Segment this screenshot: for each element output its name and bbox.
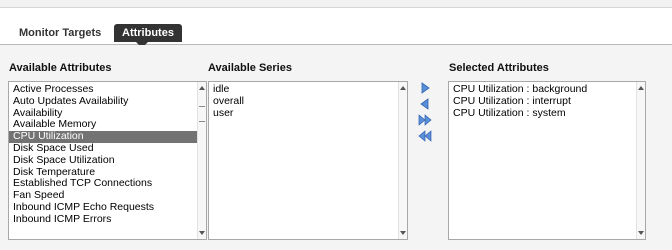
scroll-down-icon[interactable] [400, 231, 406, 235]
scroll-up-icon[interactable] [400, 86, 406, 90]
add-button[interactable] [418, 81, 432, 95]
tab-attributes-label: Attributes [122, 27, 174, 39]
available-series-list[interactable]: idle overall user [208, 81, 408, 240]
top-toolbar [0, 0, 672, 8]
selected-attributes-list[interactable]: CPU Utilization : background CPU Utilizat… [448, 81, 646, 240]
double-arrow-right-icon [418, 114, 432, 126]
remove-button[interactable] [418, 97, 432, 111]
attribute-item[interactable]: Auto Updates Availability [9, 95, 206, 108]
tab-monitor-targets[interactable]: Monitor Targets [19, 24, 101, 42]
selected-scrollbar[interactable] [636, 82, 645, 239]
attribute-item[interactable]: Inbound ICMP Errors [9, 213, 206, 226]
selected-attributes-heading: Selected Attributes [449, 62, 549, 74]
scroll-thumb[interactable] [199, 106, 205, 122]
scroll-down-icon[interactable] [199, 231, 205, 235]
scroll-up-icon[interactable] [199, 86, 205, 90]
available-attributes-list[interactable]: Active Processes Auto Updates Availabilit… [8, 81, 207, 240]
available-attributes-heading: Available Attributes [9, 62, 112, 74]
attribute-item[interactable]: Disk Space Utilization [9, 154, 206, 167]
series-scrollbar[interactable] [398, 82, 407, 239]
available-series-heading: Available Series [208, 62, 292, 74]
attribute-item[interactable]: Inbound ICMP Echo Requests [9, 201, 206, 214]
arrow-right-icon [421, 82, 430, 94]
arrow-left-icon [420, 98, 429, 110]
double-arrow-left-icon [418, 130, 432, 142]
scroll-down-icon[interactable] [638, 231, 644, 235]
selected-attribute-item[interactable]: CPU Utilization : interrupt [449, 95, 645, 108]
attributes-scrollbar[interactable] [197, 82, 206, 239]
scroll-up-icon[interactable] [638, 86, 644, 90]
tab-strip: Monitor Targets Attributes [0, 20, 672, 48]
series-item[interactable]: user [209, 107, 407, 120]
remove-all-button[interactable] [418, 129, 432, 143]
series-item[interactable]: overall [209, 95, 407, 108]
attribute-item[interactable]: Disk Space Used [9, 142, 206, 155]
tab-attributes[interactable]: Attributes [114, 24, 182, 48]
add-all-button[interactable] [418, 113, 432, 127]
selected-attribute-item[interactable]: CPU Utilization : system [449, 107, 645, 120]
